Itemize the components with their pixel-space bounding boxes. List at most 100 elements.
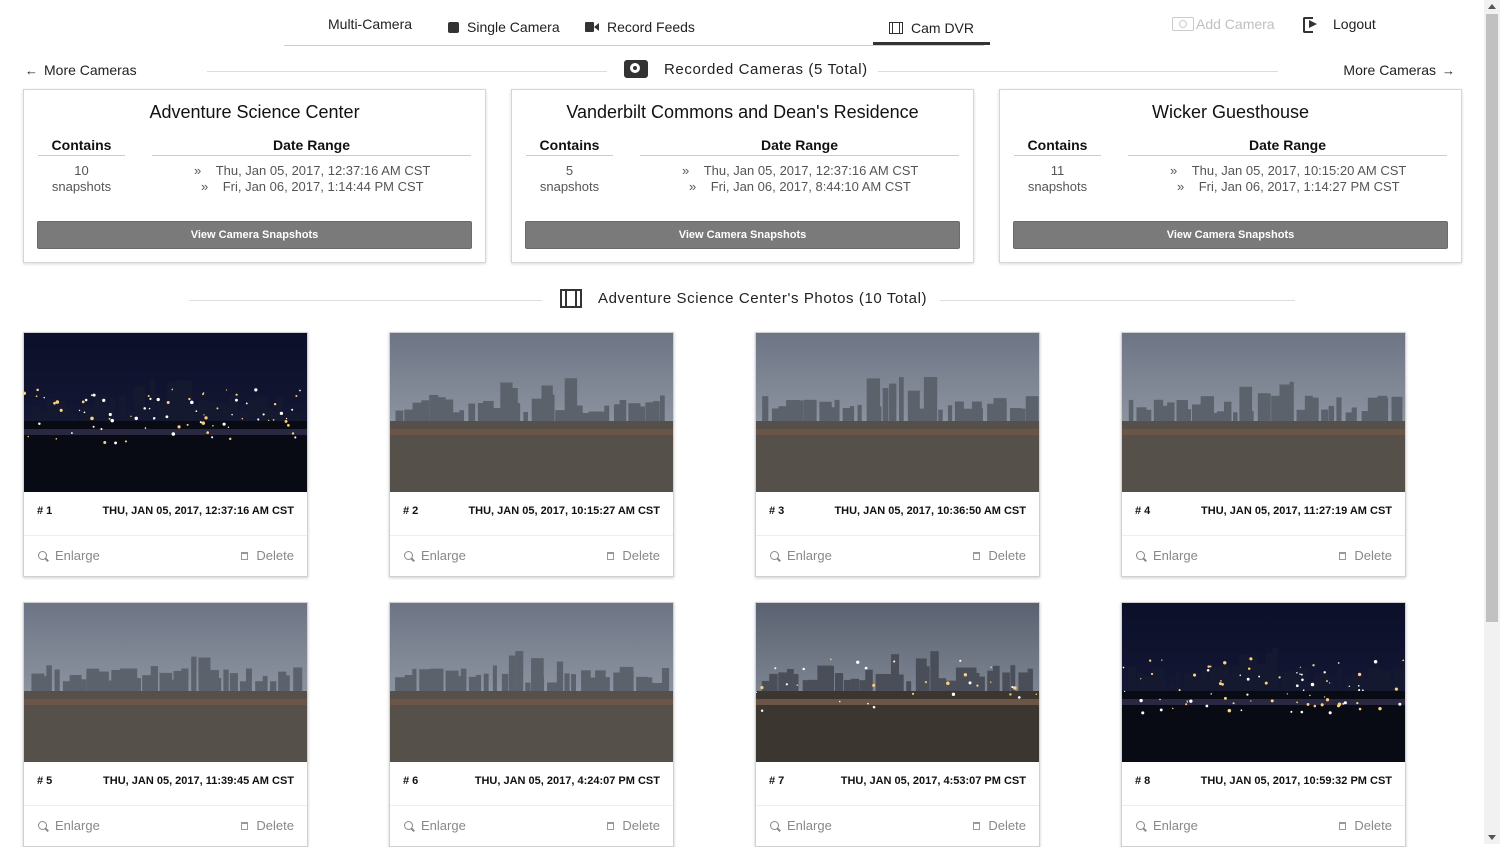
enlarge-label: Enlarge	[421, 548, 466, 563]
nav-multi-camera[interactable]: Multi-Camera	[300, 14, 412, 34]
delete-label: Delete	[256, 548, 294, 563]
enlarge-button[interactable]: Enlarge	[38, 548, 100, 563]
delete-button[interactable]: Delete	[241, 818, 294, 833]
scrollbar-thumb[interactable]	[1486, 14, 1498, 622]
divider-left	[207, 71, 607, 72]
arrow-right-icon: →	[1442, 62, 1455, 78]
contains-header: Contains	[1027, 137, 1088, 153]
view-camera-snapshots-button[interactable]: View Camera Snapshots	[37, 221, 472, 249]
date-range-end-text: Fri, Jan 06, 2017, 8:44:10 AM CST	[710, 179, 911, 194]
scroll-down-icon[interactable]	[1488, 835, 1496, 840]
date-range-rule	[640, 155, 959, 156]
more-cameras-next-link[interactable]: More Cameras →	[1343, 62, 1455, 78]
trash-icon	[1339, 821, 1347, 830]
delete-label: Delete	[622, 818, 660, 833]
nav-single-camera[interactable]: Single Camera	[448, 17, 560, 37]
delete-button[interactable]: Delete	[973, 818, 1026, 833]
delete-button[interactable]: Delete	[1339, 548, 1392, 563]
photos-divider-right	[940, 300, 1295, 301]
enlarge-button[interactable]: Enlarge	[1136, 548, 1198, 563]
nav-add-camera[interactable]: Add Camera	[1172, 14, 1275, 34]
camera-card: Adventure Science Center Contains Date R…	[23, 89, 486, 263]
logout-icon	[1303, 17, 1321, 33]
snapshot-count-unit: snapshots	[539, 179, 600, 194]
video-camera-icon	[585, 22, 599, 32]
delete-button[interactable]: Delete	[973, 548, 1026, 563]
enlarge-button[interactable]: Enlarge	[1136, 818, 1198, 833]
camera-name: Vanderbilt Commons and Dean's Residence	[566, 102, 919, 122]
date-range-end: » Fri, Jan 06, 2017, 8:44:10 AM CST	[689, 179, 911, 194]
date-range-rule	[152, 155, 471, 156]
nav-logout-label: Logout	[1333, 16, 1376, 32]
delete-button[interactable]: Delete	[1339, 818, 1392, 833]
snapshot-count-unit: snapshots	[1027, 179, 1088, 194]
enlarge-button[interactable]: Enlarge	[404, 548, 466, 563]
more-cameras-prev-link[interactable]: ← More Cameras	[25, 62, 137, 78]
snapshot-image[interactable]	[756, 333, 1039, 492]
snapshot-image[interactable]	[24, 333, 307, 492]
photo-divider	[24, 805, 307, 806]
date-range-start-text: Thu, Jan 05, 2017, 12:37:16 AM CST	[703, 163, 919, 178]
snapshot-count: 11 snapshots	[1014, 163, 1101, 195]
delete-label: Delete	[988, 548, 1026, 563]
snapshot-count-value: 10	[74, 163, 89, 178]
snapshot-image[interactable]	[1122, 333, 1405, 492]
nav-add-camera-label: Add Camera	[1196, 16, 1275, 32]
photos-title: Adventure Science Center's Photos (10 To…	[560, 289, 927, 308]
photo-number: # 3	[769, 505, 785, 517]
nav-record-feeds[interactable]: Record Feeds	[585, 17, 695, 37]
nav-cam-dvr[interactable]: Cam DVR	[873, 14, 991, 45]
snapshot-image[interactable]	[390, 603, 673, 762]
magnifier-icon	[404, 551, 413, 560]
camera-name: Adventure Science Center	[149, 102, 360, 122]
magnifier-icon	[38, 551, 47, 560]
trash-icon	[607, 821, 615, 830]
date-range-rule	[1128, 155, 1447, 156]
enlarge-button[interactable]: Enlarge	[404, 818, 466, 833]
delete-button[interactable]: Delete	[607, 818, 660, 833]
date-range-end: » Fri, Jan 06, 2017, 1:14:27 PM CST	[1177, 179, 1400, 194]
vertical-scrollbar[interactable]	[1484, 0, 1500, 844]
contains-rule	[1014, 155, 1101, 156]
contains-header: Contains	[51, 137, 112, 153]
more-cameras-next-label: More Cameras	[1343, 62, 1436, 78]
view-camera-snapshots-button[interactable]: View Camera Snapshots	[1013, 221, 1448, 249]
enlarge-button[interactable]: Enlarge	[38, 818, 100, 833]
trash-icon	[1339, 551, 1347, 560]
trash-icon	[607, 551, 615, 560]
camera-name: Wicker Guesthouse	[1151, 102, 1310, 122]
snapshot-image[interactable]	[1122, 603, 1405, 762]
divider-right	[878, 71, 1278, 72]
snapshot-image[interactable]	[390, 333, 673, 492]
nav-single-camera-label: Single Camera	[467, 19, 560, 35]
enlarge-label: Enlarge	[421, 818, 466, 833]
snapshot-count: 10 snapshots	[38, 163, 125, 195]
magnifier-icon	[770, 551, 779, 560]
date-range-end-text: Fri, Jan 06, 2017, 1:14:44 PM CST	[222, 179, 424, 194]
enlarge-button[interactable]: Enlarge	[770, 818, 832, 833]
snapshot-count-unit: snapshots	[51, 179, 112, 194]
snapshot-image[interactable]	[756, 603, 1039, 762]
photo-number: # 2	[403, 505, 419, 517]
scroll-up-icon[interactable]	[1488, 4, 1496, 9]
nav-multi-camera-label: Multi-Camera	[328, 16, 413, 32]
snapshot-image[interactable]	[24, 603, 307, 762]
photo-number: # 8	[1135, 775, 1151, 787]
photo-number: # 6	[403, 775, 419, 787]
enlarge-label: Enlarge	[1153, 818, 1198, 833]
nav-logout[interactable]: Logout	[1303, 14, 1376, 34]
photo-number: # 7	[769, 775, 785, 787]
grid-icon	[300, 16, 320, 32]
enlarge-label: Enlarge	[787, 548, 832, 563]
snapshot-count: 5 snapshots	[526, 163, 613, 195]
nav-divider	[284, 45, 984, 46]
magnifier-icon	[1136, 551, 1145, 560]
delete-button[interactable]: Delete	[607, 548, 660, 563]
arrow-left-icon: ←	[25, 62, 38, 78]
enlarge-button[interactable]: Enlarge	[770, 548, 832, 563]
delete-button[interactable]: Delete	[241, 548, 294, 563]
delete-label: Delete	[256, 818, 294, 833]
date-range-end: » Fri, Jan 06, 2017, 1:14:44 PM CST	[201, 179, 424, 194]
view-camera-snapshots-button[interactable]: View Camera Snapshots	[525, 221, 960, 249]
photo-card: # 5 THU, JAN 05, 2017, 11:39:45 AM CST Enl…	[23, 602, 308, 847]
